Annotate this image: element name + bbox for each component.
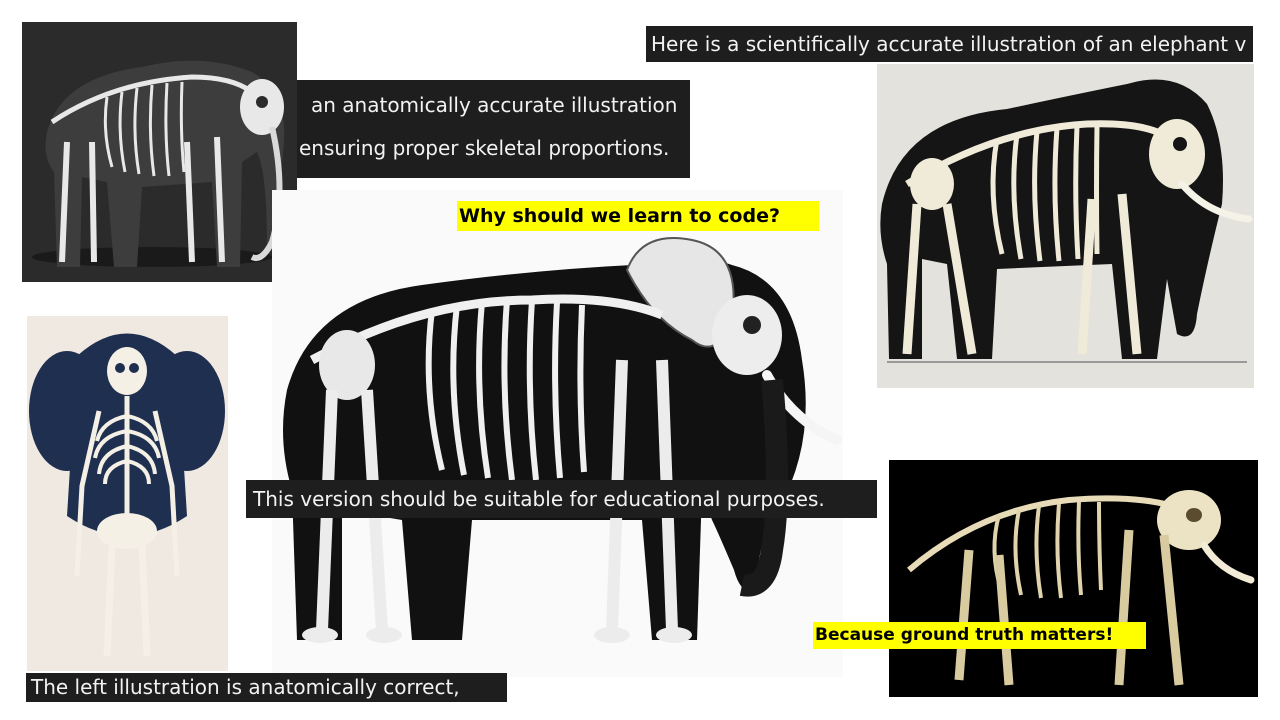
elephant-skeleton-image-top-left xyxy=(22,22,297,282)
answer-highlight: Because ground truth matters! xyxy=(813,622,1146,649)
caption-bottom-left: The left illustration is anatomically co… xyxy=(26,673,507,702)
caption-top-middle-line-2: ensuring proper skeletal proportions. xyxy=(297,128,690,178)
question-highlight: Why should we learn to code? xyxy=(457,201,819,231)
elephant-skeleton-photo xyxy=(889,460,1258,697)
caption-center: This version should be suitable for educ… xyxy=(246,480,877,518)
caption-top-middle-line-1: an anatomically accurate illustration xyxy=(297,80,690,130)
caption-top-right: Here is a scientifically accurate illust… xyxy=(646,26,1253,62)
elephant-skeleton-image-top-right xyxy=(877,64,1254,388)
skeleton-front-view-image xyxy=(27,316,228,671)
elephant-skeleton-image-center xyxy=(272,190,843,677)
